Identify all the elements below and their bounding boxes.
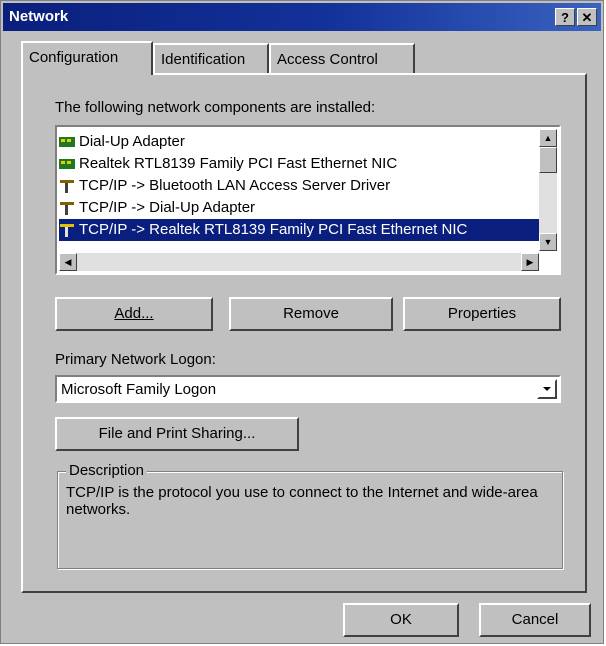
properties-button-label: Properties — [447, 305, 517, 322]
description-legend: Description — [66, 462, 148, 479]
list-item-label: Realtek RTL8139 Family PCI Fast Ethernet… — [79, 155, 398, 172]
add-button[interactable]: Add... — [55, 297, 213, 331]
primary-logon-value: Microsoft Family Logon — [61, 381, 217, 398]
ok-button[interactable]: OK — [343, 603, 459, 637]
primary-logon-label: Primary Network Logon: — [55, 351, 216, 368]
components-listbox[interactable]: Dial-Up Adapter Realtek RTL8139 Family P… — [55, 125, 561, 275]
protocol-icon — [60, 202, 74, 216]
vertical-scroll-thumb[interactable] — [539, 147, 557, 173]
components-heading: The following network components are ins… — [55, 99, 376, 116]
list-item[interactable]: Dial-Up Adapter — [59, 131, 541, 153]
scroll-right-icon[interactable]: ▶ — [521, 253, 539, 271]
close-button[interactable]: ✕ — [577, 8, 597, 26]
dropdown-arrow-icon[interactable] — [537, 379, 557, 399]
list-item-label: TCP/IP -> Realtek RTL8139 Family PCI Fas… — [79, 221, 468, 238]
horizontal-scrollbar[interactable]: ◀ ▶ — [59, 253, 539, 271]
properties-button[interactable]: Properties — [403, 297, 561, 331]
list-item-selected[interactable]: TCP/IP -> Realtek RTL8139 Family PCI Fas… — [59, 219, 541, 241]
list-item-label: TCP/IP -> Dial-Up Adapter — [79, 199, 256, 216]
list-item-label: Dial-Up Adapter — [79, 133, 185, 150]
list-item[interactable]: Realtek RTL8139 Family PCI Fast Ethernet… — [59, 153, 541, 175]
network-dialog: Network ? ✕ Configuration Identification… — [0, 0, 604, 644]
list-item[interactable]: TCP/IP -> Bluetooth LAN Access Server Dr… — [59, 175, 541, 197]
add-button-label: Add... — [114, 305, 154, 322]
protocol-icon — [60, 180, 74, 194]
list-item[interactable]: TCP/IP -> Dial-Up Adapter — [59, 197, 541, 219]
tab-access-control[interactable]: Access Control — [269, 43, 415, 73]
remove-button-label: Remove — [283, 305, 339, 322]
protocol-icon — [60, 224, 74, 238]
description-text: TCP/IP is the protocol you use to connec… — [66, 484, 538, 518]
ok-button-label: OK — [390, 611, 412, 628]
cancel-button[interactable]: Cancel — [479, 603, 591, 637]
primary-logon-select[interactable]: Microsoft Family Logon — [55, 375, 561, 403]
help-button[interactable]: ? — [555, 8, 575, 26]
file-print-sharing-label: File and Print Sharing... — [98, 425, 256, 442]
tab-label: Configuration — [29, 49, 119, 66]
list-item-label: TCP/IP -> Bluetooth LAN Access Server Dr… — [79, 177, 391, 194]
file-print-sharing-button[interactable]: File and Print Sharing... — [55, 417, 299, 451]
scroll-down-icon[interactable]: ▼ — [539, 233, 557, 251]
scroll-left-icon[interactable]: ◀ — [59, 253, 77, 271]
network-adapter-icon — [59, 159, 75, 170]
window-title: Network — [9, 8, 69, 25]
cancel-button-label: Cancel — [511, 611, 559, 628]
tab-configuration[interactable]: Configuration — [21, 41, 153, 75]
tab-label: Identification — [161, 51, 246, 68]
remove-button[interactable]: Remove — [229, 297, 393, 331]
title-bar[interactable]: Network ? ✕ — [3, 3, 601, 31]
tab-label: Access Control — [277, 51, 378, 68]
vertical-scrollbar[interactable]: ▲ ▼ — [539, 129, 557, 251]
tab-identification[interactable]: Identification — [153, 43, 269, 73]
configuration-panel: The following network components are ins… — [21, 73, 587, 593]
description-group: Description TCP/IP is the protocol you u… — [57, 462, 563, 569]
scroll-up-icon[interactable]: ▲ — [539, 129, 557, 147]
network-adapter-icon — [59, 137, 75, 148]
